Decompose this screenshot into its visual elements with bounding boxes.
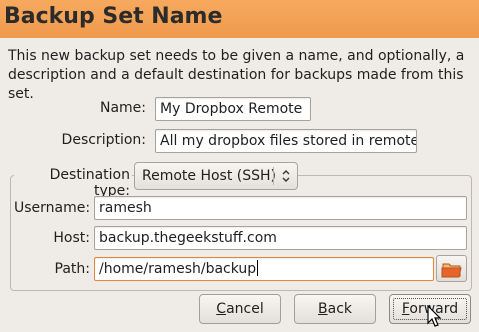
- combo-separator: [273, 167, 274, 185]
- intro-text: This new backup set needs to be given a …: [8, 48, 465, 102]
- name-field[interactable]: My Dropbox Remote: [155, 97, 311, 121]
- mouse-pointer-icon: [427, 305, 442, 327]
- back-mnemonic: B: [318, 301, 328, 317]
- page-title: Backup Set Name: [4, 4, 223, 29]
- destination-type-select[interactable]: Remote Host (SSH): [134, 162, 298, 190]
- path-value: /home/ramesh/backup: [99, 261, 257, 277]
- up-down-arrow-icon: [282, 170, 290, 182]
- description-label: Description:: [61, 132, 146, 148]
- username-label: Username:: [14, 200, 91, 216]
- back-label: ack: [327, 301, 352, 317]
- cancel-label: ancel: [226, 301, 264, 317]
- folder-open-icon: [441, 263, 462, 278]
- header-bar: Backup Set Name: [0, 0, 479, 38]
- cancel-button[interactable]: Cancel: [199, 294, 281, 324]
- browse-folder-button[interactable]: [436, 255, 467, 282]
- destination-type-label: Destination type:: [14, 167, 132, 199]
- host-label: Host:: [53, 230, 90, 246]
- text-caret: [257, 260, 259, 276]
- username-field[interactable]: ramesh: [94, 196, 467, 220]
- back-button[interactable]: Back: [294, 294, 376, 324]
- host-field[interactable]: backup.thegeekstuff.com: [94, 226, 467, 250]
- destination-type-value: Remote Host (SSH): [142, 168, 277, 184]
- path-field[interactable]: /home/ramesh/backup: [94, 257, 434, 281]
- description-field[interactable]: All my dropbox files stored in remote s: [155, 129, 417, 153]
- cancel-mnemonic: C: [216, 301, 227, 317]
- path-label: Path:: [54, 261, 90, 277]
- name-label: Name:: [99, 100, 146, 116]
